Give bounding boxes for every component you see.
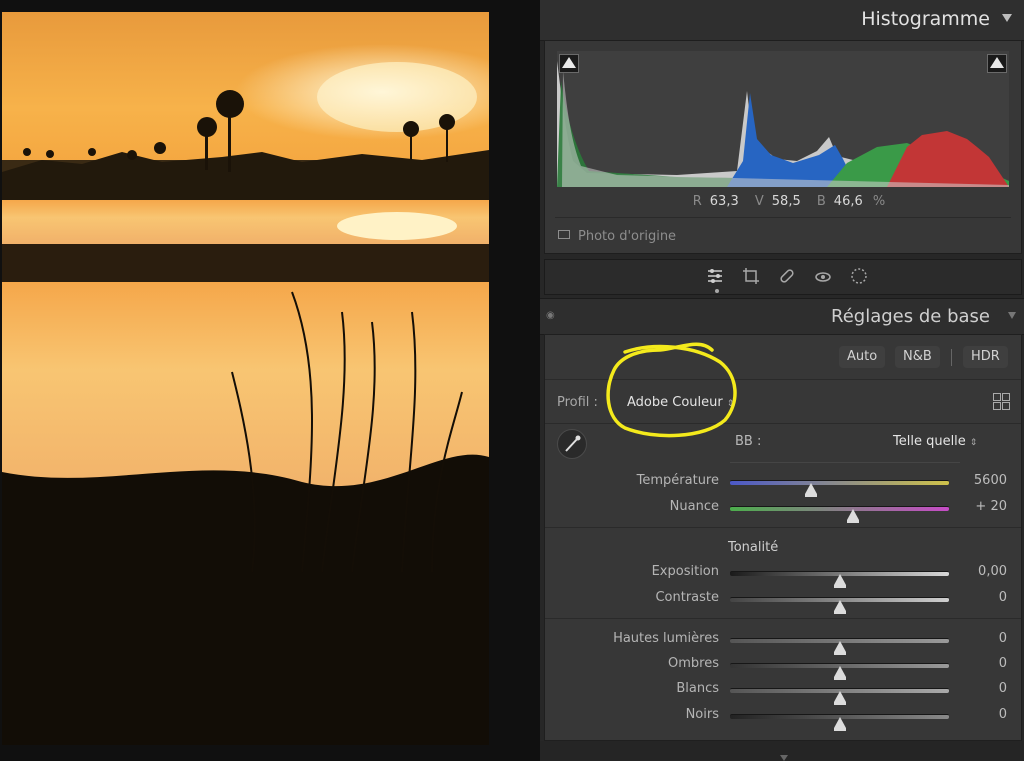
shadow-clipping-toggle[interactable] <box>559 54 579 73</box>
panel-footer <box>540 741 1024 761</box>
temperature-value[interactable]: 5600 <box>974 473 1007 488</box>
slider-thumb[interactable] <box>833 600 846 614</box>
histogram-panel: R 63,3 V 58,5 B 46,6 % Photo d'origine <box>544 40 1022 254</box>
b-label: B <box>816 194 826 209</box>
profile-browser-icon[interactable] <box>993 393 1010 410</box>
slider-thumb[interactable] <box>805 483 818 497</box>
slider-row: Nuance + 20 <box>545 498 1021 523</box>
rgb-readout: R 63,3 V 58,5 B 46,6 % <box>545 194 1021 209</box>
exposure-label: Exposition <box>651 564 719 579</box>
slider-thumb[interactable] <box>833 641 846 655</box>
slider-row: Hautes lumières 0 <box>545 630 1021 655</box>
slider-row: Exposition 0,00 <box>545 563 1021 588</box>
updown-icon: ⇕ <box>726 399 735 409</box>
active-tool-indicator <box>715 289 719 293</box>
slider-row: Ombres 0 <box>545 655 1021 680</box>
exposure-value[interactable]: 0,00 <box>978 564 1007 579</box>
slider-thumb[interactable] <box>833 691 846 705</box>
profile-select[interactable]: Adobe Couleur ⇕ <box>627 395 734 410</box>
eyedropper-icon <box>565 435 581 452</box>
histogram-header[interactable]: Histogramme <box>540 0 1024 41</box>
collapse-arrow-icon[interactable] <box>1002 14 1012 22</box>
whites-slider[interactable] <box>730 688 949 705</box>
profile-label: Profil : <box>557 395 598 410</box>
shadows-label: Ombres <box>668 656 719 671</box>
slider-thumb[interactable] <box>833 666 846 680</box>
temperature-label: Température <box>636 473 719 488</box>
slider-row: Noirs 0 <box>545 706 1021 731</box>
wb-select[interactable]: Telle quelle ⇕ <box>893 434 977 449</box>
blacks-value[interactable]: 0 <box>999 707 1007 722</box>
crop-icon[interactable] <box>741 266 761 286</box>
wb-value: Telle quelle <box>893 434 966 449</box>
sunset-photo <box>2 12 489 745</box>
divider <box>545 379 1021 380</box>
r-value: 63,3 <box>709 194 739 209</box>
original-photo-toggle[interactable]: Photo d'origine <box>558 229 676 244</box>
divider <box>951 349 952 366</box>
divider <box>545 527 1021 528</box>
basic-section-header[interactable]: ◉ Réglages de base <box>540 298 1024 335</box>
photo-viewer <box>0 0 540 761</box>
contrast-value[interactable]: 0 <box>999 590 1007 605</box>
slider-thumb[interactable] <box>846 509 859 523</box>
histogram-title: Histogramme <box>861 8 990 30</box>
percent-unit: % <box>872 194 886 209</box>
mask-icon[interactable] <box>849 266 869 286</box>
b-value: 46,6 <box>833 194 863 209</box>
slider-thumb[interactable] <box>833 717 846 731</box>
tone-subtitle: Tonalité <box>728 540 779 555</box>
auto-button[interactable]: Auto <box>839 346 886 368</box>
histogram-graph <box>557 51 1009 187</box>
v-label: V <box>754 194 764 209</box>
highlights-slider[interactable] <box>730 638 949 655</box>
whites-value[interactable]: 0 <box>999 681 1007 696</box>
basic-settings-body: Auto N&B HDR Profil : Adobe Couleur ⇕ BB … <box>544 334 1022 741</box>
hdr-button[interactable]: HDR <box>963 346 1008 368</box>
redeye-icon[interactable] <box>813 266 833 286</box>
collapse-arrow-icon[interactable] <box>1008 312 1016 319</box>
histogram-curves <box>557 61 1009 187</box>
v-value: 58,5 <box>771 194 801 209</box>
original-photo-label: Photo d'origine <box>578 229 677 244</box>
slider-thumb[interactable] <box>833 574 846 588</box>
tint-value[interactable]: + 20 <box>975 499 1007 514</box>
r-label: R <box>692 194 702 209</box>
divider <box>555 217 1011 218</box>
updown-icon: ⇕ <box>969 438 978 448</box>
slider-row: Blancs 0 <box>545 680 1021 705</box>
shadows-value[interactable]: 0 <box>999 656 1007 671</box>
edit-sliders-icon[interactable] <box>705 266 725 286</box>
highlights-label: Hautes lumières <box>613 631 719 646</box>
temperature-slider[interactable] <box>730 480 949 497</box>
highlight-clipping-toggle[interactable] <box>987 54 1007 73</box>
contrast-slider[interactable] <box>730 597 949 614</box>
heal-icon[interactable] <box>777 266 797 286</box>
tint-label: Nuance <box>669 499 719 514</box>
basic-section-title: Réglages de base <box>831 306 990 327</box>
divider <box>730 462 960 463</box>
blacks-slider[interactable] <box>730 714 949 731</box>
blacks-label: Noirs <box>685 707 719 722</box>
photo-image <box>2 12 489 745</box>
slider-row: Température 5600 <box>545 472 1021 497</box>
wb-label: BB : <box>735 434 762 449</box>
eye-icon[interactable]: ◉ <box>546 310 555 321</box>
checkbox-icon[interactable] <box>558 230 570 239</box>
divider <box>545 423 1021 424</box>
tool-strip <box>544 259 1022 295</box>
white-balance-picker[interactable] <box>557 429 587 459</box>
shadows-slider[interactable] <box>730 663 949 680</box>
highlights-value[interactable]: 0 <box>999 631 1007 646</box>
profile-value: Adobe Couleur <box>627 395 723 410</box>
tint-slider[interactable] <box>730 506 949 523</box>
chevron-down-icon[interactable] <box>780 755 788 761</box>
slider-row: Contraste 0 <box>545 589 1021 614</box>
contrast-label: Contraste <box>655 590 719 605</box>
whites-label: Blancs <box>676 681 719 696</box>
develop-panel: Histogramme R 63,3 V 58,5 B 46,6 % Photo d'… <box>540 0 1024 761</box>
exposure-slider[interactable] <box>730 571 949 588</box>
divider <box>545 618 1021 619</box>
bw-button[interactable]: N&B <box>895 346 940 368</box>
